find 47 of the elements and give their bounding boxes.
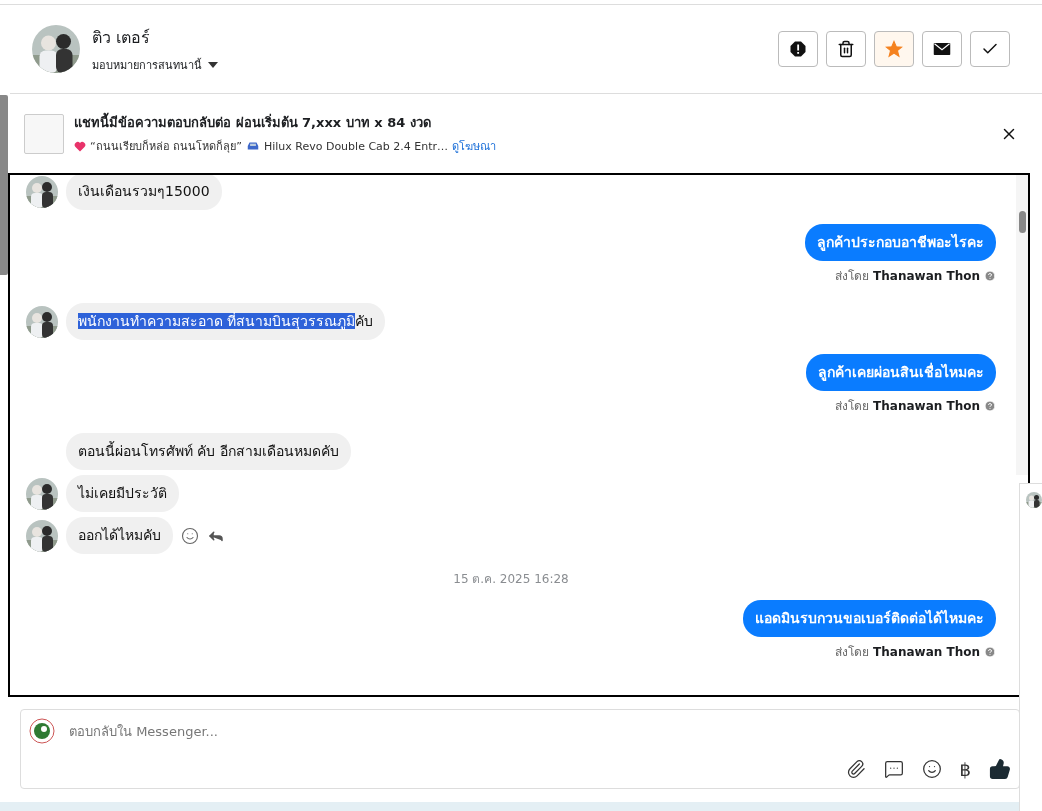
sent-by-label: ส่งโดย [835, 269, 870, 283]
sender-name: Thanawan Thon [873, 645, 980, 659]
contact-name: ติว เตอร์ [92, 26, 152, 49]
assign-dropdown[interactable]: มอบหมายการสนทนานี้ [92, 55, 778, 74]
incoming-message: ออกได้ไหมคับ [66, 517, 173, 554]
sender-name: Thanawan Thon [873, 399, 980, 413]
spam-button[interactable] [778, 31, 818, 67]
ad-product: Hilux Revo Double Cab 2.4 Entr… [263, 139, 449, 153]
incoming-message: พนักงานทำความสะอาด ที่สนามบินสุวรรณภูมิคับ [66, 303, 386, 340]
emoji-icon[interactable] [921, 759, 942, 779]
delete-button[interactable] [826, 31, 866, 67]
star-icon [885, 40, 903, 58]
envelope-icon [933, 42, 951, 56]
car-icon [245, 141, 260, 151]
unread-button[interactable] [922, 31, 962, 67]
chat-bubble-icon[interactable] [883, 759, 904, 779]
sent-by-label: ส่งโดย [835, 645, 870, 659]
heart-icon [74, 140, 86, 152]
logo-icon [29, 718, 55, 744]
done-button[interactable] [970, 31, 1010, 67]
caret-icon [208, 61, 218, 68]
scrollbar-thumb[interactable] [1019, 211, 1026, 233]
payment-button[interactable]: ฿ [959, 758, 971, 780]
incoming-message: ไม่เคยมีประวัติ [66, 475, 179, 512]
emoji-icon[interactable] [181, 526, 199, 545]
star-button[interactable] [874, 31, 914, 67]
alert-icon [789, 40, 807, 58]
outgoing-message: ลูกค้าประกอบอาชีพอะไรคะ [805, 224, 996, 261]
ad-slogan: “ถนนเรียบก็หล่อ ถนนโหดก็ลุย” [90, 138, 242, 155]
sent-by-label: ส่งโดย [835, 399, 870, 413]
ad-title: แชทนี้มีข้อความตอบกลับต่อ ผ่อนเริ่มต้น 7,xxx บาท x 84 งวด [74, 112, 990, 133]
help-icon[interactable] [984, 400, 996, 412]
help-icon[interactable] [984, 646, 996, 658]
sender-name: Thanawan Thon [873, 269, 980, 283]
outgoing-message: แอดมินรบกวนขอเบอร์ติดต่อได้ไหมคะ [743, 600, 996, 637]
broken-image-icon [24, 113, 64, 154]
timestamp: 15 ต.ค. 2025 16:28 [452, 572, 570, 586]
incoming-message: ตอนนี้ผ่อนโทรศัพท์ คับ อีกสามเดือนหมดคับ [66, 433, 351, 470]
incoming-message: เงินเดือนรวมๆ15000 [66, 175, 222, 210]
outgoing-message: ลูกค้าเคยผ่อนสินเชื่อไหมคะ [806, 354, 996, 391]
thumbs-up-icon[interactable] [989, 758, 1011, 780]
scrollbar-track[interactable] [1016, 175, 1028, 475]
view-ad-link[interactable]: ดูโฆษณา [452, 137, 497, 155]
help-icon[interactable] [984, 270, 996, 282]
trash-icon [837, 40, 855, 58]
paperclip-icon[interactable] [845, 759, 866, 779]
scrollbar-thumb[interactable] [0, 95, 8, 275]
